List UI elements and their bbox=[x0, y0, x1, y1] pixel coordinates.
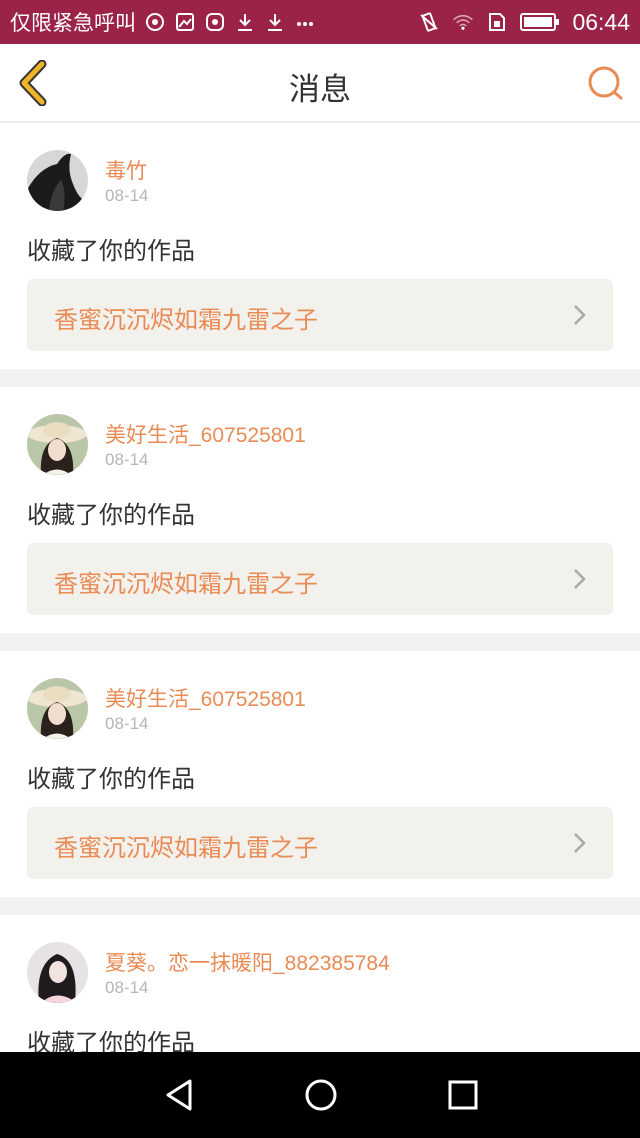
gallery-icon bbox=[174, 11, 196, 33]
chevron-right-icon bbox=[574, 569, 586, 589]
message-date: 08-14 bbox=[105, 186, 149, 205]
message-list[interactable]: 毒竹 08-14 收藏了你的作品 香蜜沉沉烬如霜九雷之子 美好生活_607525… bbox=[0, 123, 640, 1052]
chevron-right-icon bbox=[574, 305, 586, 325]
clock: 06:44 bbox=[572, 8, 630, 35]
work-link[interactable]: 香蜜沉沉烬如霜九雷之子 bbox=[27, 543, 613, 615]
message-date: 08-14 bbox=[105, 714, 149, 733]
avatar[interactable] bbox=[27, 414, 88, 475]
work-link[interactable]: 香蜜沉沉烬如霜九雷之子 bbox=[27, 279, 613, 351]
message-action: 收藏了你的作品 bbox=[27, 501, 195, 529]
nav-home-button[interactable] bbox=[303, 1077, 339, 1113]
huawei-app-icon bbox=[204, 11, 226, 33]
message-action: 收藏了你的作品 bbox=[27, 1029, 195, 1052]
vibrate-icon bbox=[418, 11, 440, 33]
nav-back-button[interactable] bbox=[162, 1077, 198, 1113]
home-circle-icon bbox=[305, 1079, 337, 1111]
work-title: 香蜜沉沉烬如霜九雷之子 bbox=[54, 570, 318, 598]
chevron-right-icon bbox=[574, 833, 586, 853]
recents-square-icon bbox=[448, 1080, 478, 1110]
battery-icon bbox=[520, 11, 560, 33]
sim-icon bbox=[486, 11, 508, 33]
search-icon bbox=[588, 66, 623, 100]
work-link[interactable]: 香蜜沉沉烬如霜九雷之子 bbox=[27, 807, 613, 879]
message-card[interactable]: 美好生活_607525801 08-14 收藏了你的作品 香蜜沉沉烬如霜九雷之子 bbox=[0, 387, 640, 633]
system-nav-bar bbox=[0, 1052, 640, 1138]
hotspot-icon bbox=[144, 11, 166, 33]
download-icon bbox=[234, 11, 256, 33]
page-title: 消息 bbox=[289, 72, 351, 108]
avatar[interactable] bbox=[27, 942, 88, 1003]
username[interactable]: 美好生活_607525801 bbox=[105, 419, 306, 449]
message-date: 08-14 bbox=[105, 978, 149, 997]
username[interactable]: 夏葵。恋一抹暖阳_882385784 bbox=[105, 947, 390, 977]
download-icon bbox=[264, 11, 286, 33]
header-bar: 消息 bbox=[0, 44, 640, 122]
message-action: 收藏了你的作品 bbox=[27, 237, 195, 265]
username[interactable]: 美好生活_607525801 bbox=[105, 683, 306, 713]
more-icon bbox=[294, 11, 316, 33]
wifi-icon bbox=[452, 11, 474, 33]
status-bar: 仅限紧急呼叫 06:44 bbox=[0, 0, 640, 44]
back-triangle-icon bbox=[166, 1079, 192, 1111]
message-date: 08-14 bbox=[105, 450, 149, 469]
work-title: 香蜜沉沉烬如霜九雷之子 bbox=[54, 306, 318, 334]
work-title: 香蜜沉沉烬如霜九雷之子 bbox=[54, 834, 318, 862]
nav-recents-button[interactable] bbox=[445, 1077, 481, 1113]
avatar[interactable] bbox=[27, 678, 88, 739]
message-card[interactable]: 毒竹 08-14 收藏了你的作品 香蜜沉沉烬如霜九雷之子 bbox=[0, 123, 640, 369]
message-card[interactable]: 美好生活_607525801 08-14 收藏了你的作品 香蜜沉沉烬如霜九雷之子 bbox=[0, 651, 640, 897]
search-button[interactable] bbox=[586, 64, 624, 102]
avatar[interactable] bbox=[27, 150, 88, 211]
message-card[interactable]: 夏葵。恋一抹暖阳_882385784 08-14 收藏了你的作品 bbox=[0, 915, 640, 1052]
message-action: 收藏了你的作品 bbox=[27, 765, 195, 793]
carrier-label: 仅限紧急呼叫 bbox=[10, 11, 136, 35]
username[interactable]: 毒竹 bbox=[105, 155, 147, 185]
